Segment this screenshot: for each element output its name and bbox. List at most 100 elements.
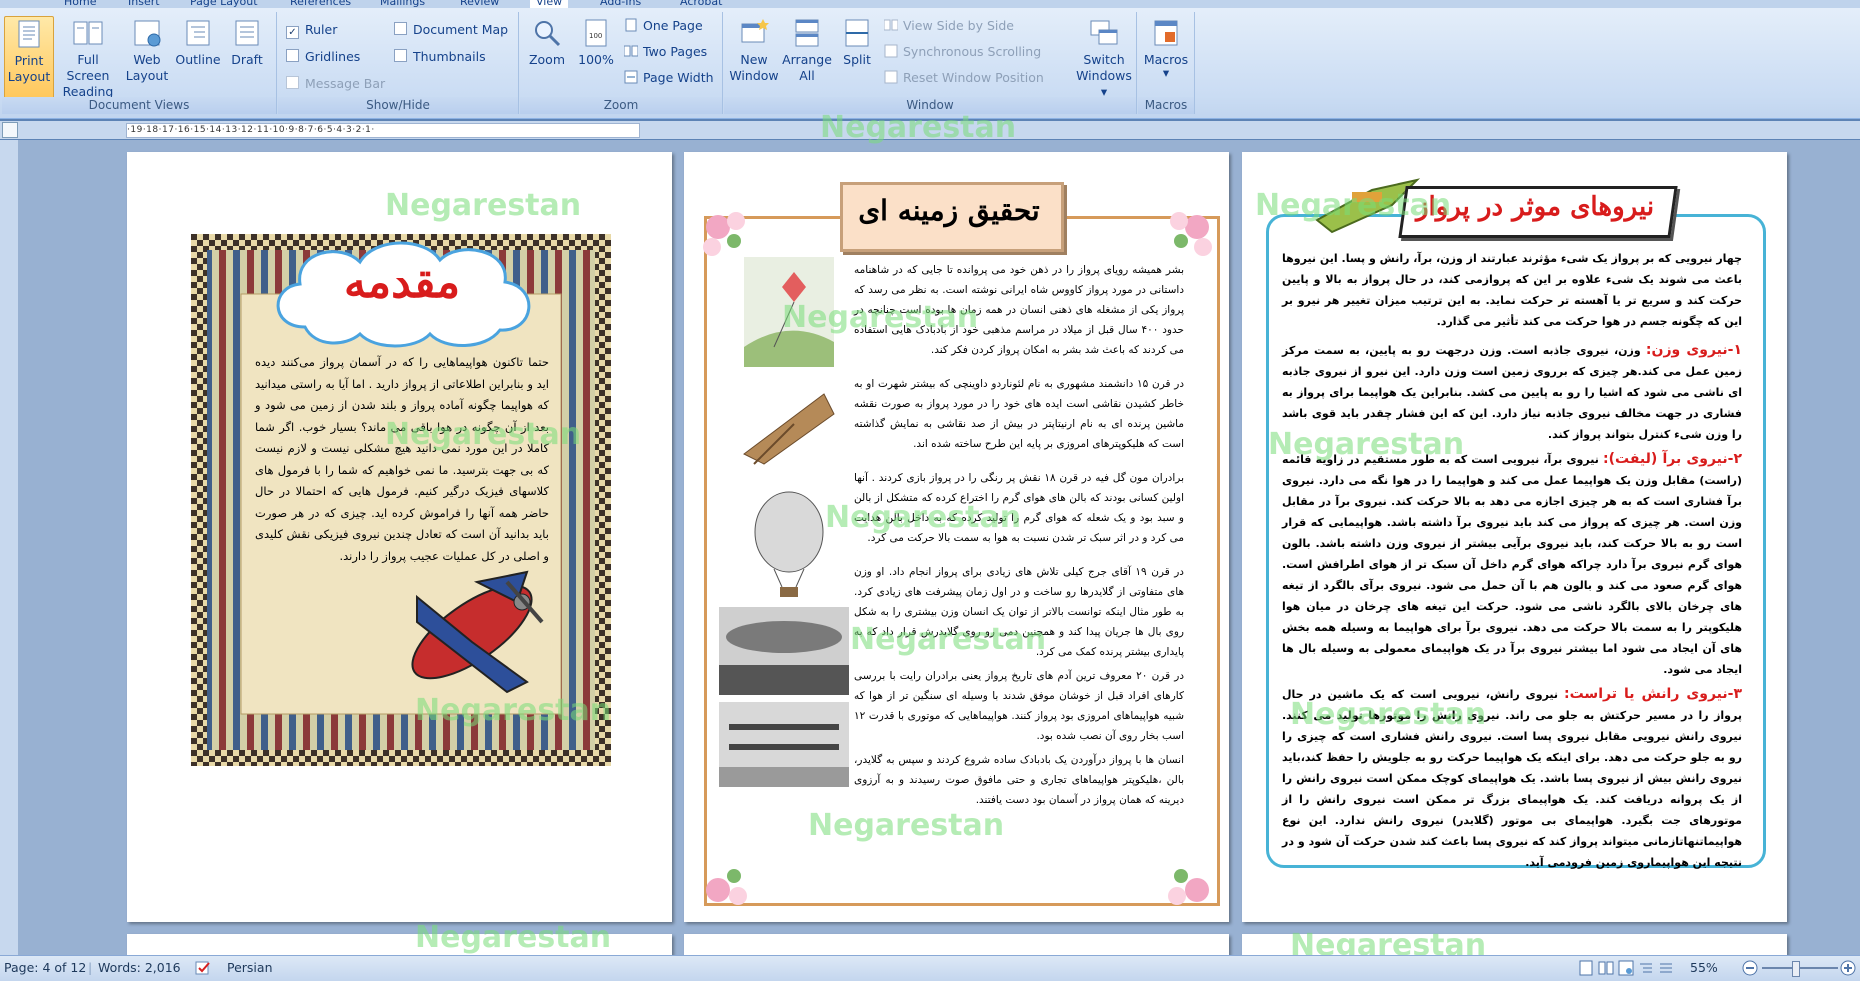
gridlines-checkbox[interactable]: Gridlines bbox=[286, 47, 360, 67]
watermark: Negarestan bbox=[1268, 427, 1465, 462]
draft-label: Draft bbox=[231, 52, 263, 67]
tab-page-layout[interactable]: Page Layout bbox=[190, 0, 258, 8]
switch-windows-icon bbox=[1089, 18, 1119, 48]
intro-paragraph: حتما تاکنون هواپیماهایی را که در آسمان پ… bbox=[255, 355, 549, 563]
zoom-slider-handle[interactable] bbox=[1792, 961, 1800, 977]
view-full-screen-icon[interactable] bbox=[1598, 960, 1614, 979]
new-window-icon bbox=[739, 18, 769, 48]
zoom-100-button[interactable]: 100 100% bbox=[574, 16, 618, 98]
language-indicator[interactable]: Persian bbox=[227, 960, 273, 975]
watermark: Negarestan bbox=[1290, 697, 1487, 732]
page-100-icon: 100 bbox=[581, 18, 611, 48]
page-next bbox=[684, 934, 1229, 955]
view-print-layout-icon[interactable] bbox=[1578, 960, 1594, 979]
watermark: Negarestan bbox=[850, 622, 1047, 657]
web-layout-label: Web Layout bbox=[125, 52, 169, 83]
print-layout-button[interactable]: Print Layout bbox=[4, 16, 54, 100]
thumbnails-label: Thumbnails bbox=[413, 49, 486, 64]
page-title: تحقیق زمینه ای bbox=[858, 194, 1040, 227]
new-window-label: New Window bbox=[729, 52, 779, 83]
view-side-by-side-label: View Side by Side bbox=[903, 18, 1014, 33]
thumbnails-checkbox[interactable]: Thumbnails bbox=[394, 47, 486, 67]
separator: | bbox=[88, 960, 93, 975]
two-pages-icon bbox=[623, 44, 639, 58]
show-hide-group-label: Show/Hide bbox=[278, 97, 518, 114]
print-layout-icon bbox=[14, 19, 44, 49]
web-layout-button[interactable]: Web Layout bbox=[124, 16, 170, 98]
group-zoom: Zoom 100 100% One Page Two Pages Page Wi… bbox=[520, 12, 723, 114]
macros-button[interactable]: Macros ▾ bbox=[1141, 16, 1191, 98]
zoom-100-label: 100% bbox=[578, 52, 614, 67]
section-heading: ۱-نیروی وزن: bbox=[1645, 342, 1742, 358]
intro-paragraph: چهار نیرویی که بر پرواز یک شیء مؤثرند عب… bbox=[1282, 252, 1742, 328]
da-vinci-ornithopter-image bbox=[734, 384, 844, 484]
zoom-level[interactable]: 55% bbox=[1690, 960, 1718, 975]
full-screen-reading-icon bbox=[73, 18, 103, 48]
zoom-slider[interactable] bbox=[1762, 967, 1838, 969]
message-bar-checkbox[interactable]: Message Bar bbox=[286, 74, 385, 94]
arrange-all-label: Arrange All bbox=[782, 52, 832, 83]
section-heading: ۲-نیروی برآ (لیفت): bbox=[1603, 451, 1742, 467]
view-outline-icon[interactable] bbox=[1638, 960, 1654, 979]
tab-home[interactable]: Home bbox=[64, 0, 96, 8]
page-width-label: Page Width bbox=[643, 70, 714, 85]
switch-windows-label: Switch Windows bbox=[1076, 52, 1132, 83]
spelling-check-icon[interactable] bbox=[194, 960, 214, 979]
vertical-ruler[interactable] bbox=[0, 140, 18, 955]
watermark: Negarestan bbox=[415, 693, 612, 728]
check-icon: ✓ bbox=[286, 26, 299, 39]
synchronous-scrolling-button[interactable]: Synchronous Scrolling bbox=[884, 42, 1041, 62]
split-button[interactable]: Split bbox=[836, 16, 878, 98]
reset-window-position-button[interactable]: Reset Window Position bbox=[884, 68, 1044, 88]
tab-references[interactable]: References bbox=[290, 0, 351, 8]
ruler-checkbox[interactable]: ✓ Ruler bbox=[286, 20, 337, 40]
document-map-checkbox[interactable]: Document Map bbox=[394, 20, 508, 40]
view-side-by-side-button[interactable]: View Side by Side bbox=[883, 16, 1014, 36]
status-bar: Page: 4 of 12 | Words: 2,016 Persian 55% bbox=[0, 955, 1860, 981]
wright-flyer-image bbox=[719, 702, 849, 787]
new-window-button[interactable]: New Window bbox=[728, 16, 780, 98]
reset-window-position-label: Reset Window Position bbox=[903, 70, 1044, 85]
tab-review[interactable]: Review bbox=[460, 0, 499, 8]
tab-view[interactable]: View bbox=[530, 0, 569, 8]
web-layout-icon bbox=[132, 18, 162, 48]
section-heading: ۳-نیروی رانش یا تراست: bbox=[1564, 686, 1742, 702]
tab-selector-icon[interactable] bbox=[2, 122, 18, 138]
two-pages-button[interactable]: Two Pages bbox=[623, 42, 707, 62]
zoom-button[interactable]: Zoom bbox=[524, 16, 570, 98]
section-text: نیروی برآ، نیرویی است که به طور مستقیم د… bbox=[1282, 453, 1742, 676]
page-count[interactable]: Page: 4 of 12 bbox=[4, 960, 86, 975]
flower-corner-icon bbox=[1168, 869, 1209, 905]
paragraph: در قرن ۱۵ دانشمند مشهوری به نام لئوناردو… bbox=[854, 378, 1184, 450]
page-width-button[interactable]: Page Width bbox=[624, 68, 714, 88]
watermark: Negarestan bbox=[782, 300, 979, 335]
one-page-button[interactable]: One Page bbox=[624, 16, 703, 36]
zoom-out-icon[interactable] bbox=[1742, 960, 1758, 979]
airship-image bbox=[719, 607, 849, 695]
view-web-layout-icon[interactable] bbox=[1618, 960, 1634, 979]
outline-label: Outline bbox=[175, 52, 221, 67]
flower-corner-icon bbox=[1170, 212, 1212, 256]
message-bar-label: Message Bar bbox=[305, 76, 386, 91]
arrange-all-button[interactable]: Arrange All bbox=[782, 16, 832, 98]
outline-button[interactable]: Outline bbox=[174, 16, 222, 98]
tab-mailings[interactable]: Mailings bbox=[380, 0, 425, 8]
checkbox-box bbox=[286, 49, 299, 62]
word-count[interactable]: Words: 2,016 bbox=[98, 960, 181, 975]
flower-corner-icon bbox=[706, 869, 747, 905]
page-introduction: مقدمه حتما تاکنون هواپیماهایی را که در آ… bbox=[127, 152, 672, 922]
zoom-group-label: Zoom bbox=[520, 97, 722, 114]
tab-insert[interactable]: Insert bbox=[128, 0, 160, 8]
tab-acrobat[interactable]: Acrobat bbox=[680, 0, 722, 8]
switch-windows-button[interactable]: Switch Windows ▾ bbox=[1076, 16, 1132, 99]
group-show-hide: ✓ Ruler Gridlines Message Bar Document Ma… bbox=[278, 12, 519, 114]
full-screen-reading-button[interactable]: Full Screen Reading bbox=[58, 16, 118, 99]
zoom-in-icon[interactable] bbox=[1840, 960, 1856, 979]
hot-air-balloon-image bbox=[744, 487, 834, 602]
page-background-research: تحقیق زمینه ای بشر همیشه رویای پرواز را … bbox=[684, 152, 1229, 922]
watermark: Negarestan bbox=[825, 500, 1022, 535]
draft-button[interactable]: Draft bbox=[224, 16, 270, 98]
tab-add-ins[interactable]: Add-Ins bbox=[600, 0, 641, 8]
history-text: بشر همیشه رویای پرواز را در ذهن خود می پ… bbox=[854, 260, 1184, 810]
view-draft-icon[interactable] bbox=[1658, 960, 1674, 979]
